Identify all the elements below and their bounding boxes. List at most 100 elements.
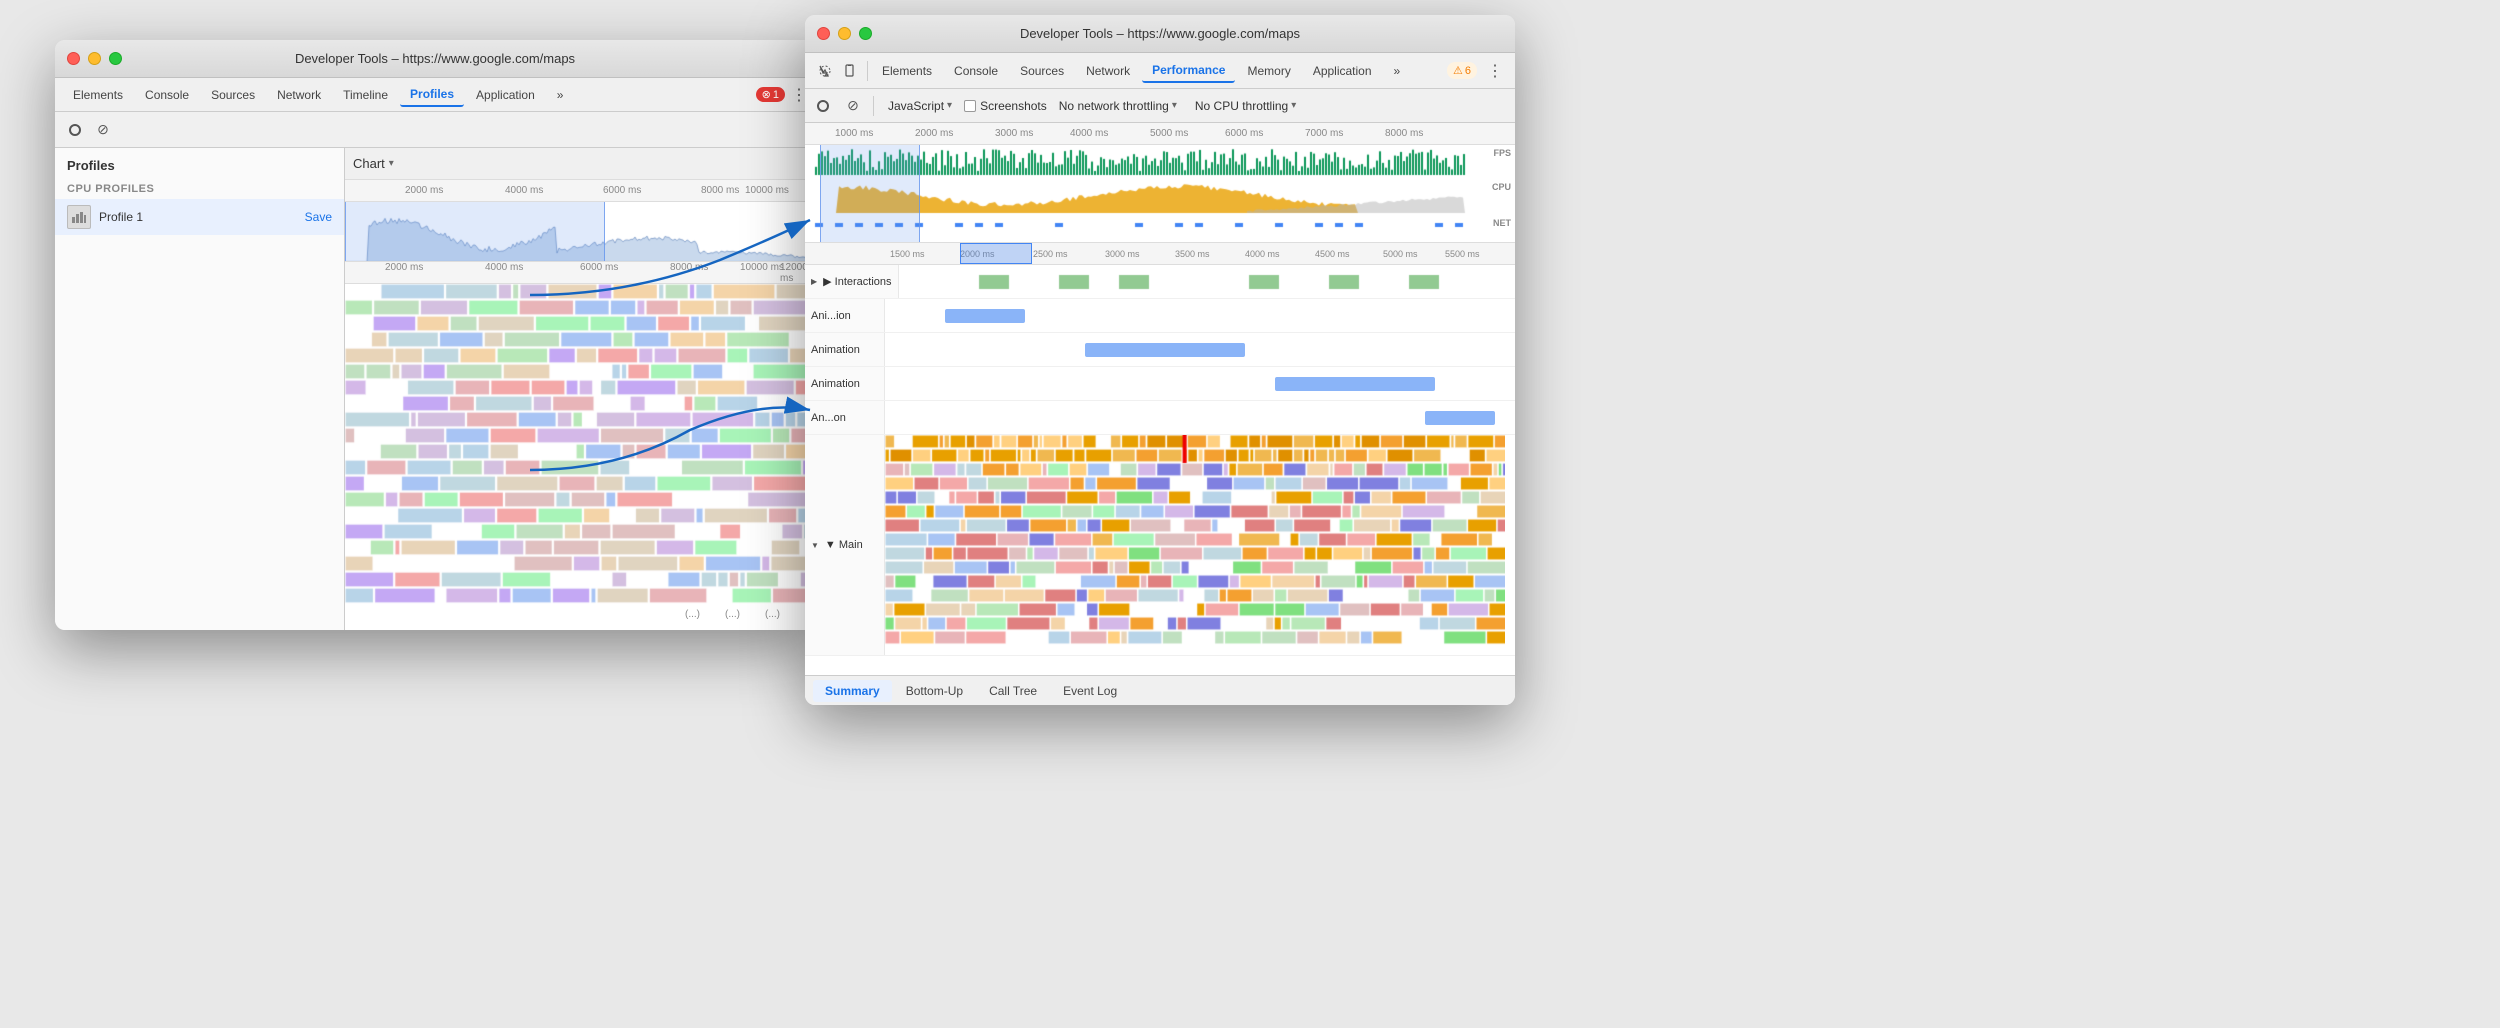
d-mark-4500: 4500 ms [1315, 249, 1350, 259]
right-tab-sources[interactable]: Sources [1010, 60, 1074, 82]
device-toolbar-icon [843, 63, 859, 79]
track-area: ▶ ▶ Interactions Ani...ion [805, 265, 1515, 675]
inspect-element-button[interactable] [813, 59, 837, 83]
bottom-tab-summary[interactable]: Summary [813, 680, 892, 702]
interactions-track-content [899, 265, 1515, 298]
bottom-tab-eventlog[interactable]: Event Log [1051, 680, 1129, 702]
anim4-bar [1425, 411, 1495, 425]
device-toolbar-button[interactable] [839, 59, 863, 83]
main-track-label[interactable]: ▼ ▼ Main [805, 435, 885, 655]
bottom-mark-2000: 2000 ms [385, 262, 423, 273]
right-tab-memory[interactable]: Memory [1237, 60, 1300, 82]
record-button[interactable] [63, 118, 87, 142]
ov-mark-7000: 7000 ms [1305, 128, 1343, 139]
bottom-tab-calltree[interactable]: Call Tree [977, 680, 1049, 702]
d-mark-4000: 4000 ms [1245, 249, 1280, 259]
tab-sources[interactable]: Sources [201, 84, 265, 106]
js-dropdown-arrow: ▾ [947, 100, 952, 111]
maximize-button[interactable] [109, 52, 122, 65]
right-minimize-button[interactable] [838, 27, 851, 40]
interactions-label-text: ▶ Interactions [823, 275, 891, 288]
detail-selection-indicator [960, 243, 1032, 264]
right-more-menu[interactable]: ⋮ [1483, 61, 1507, 81]
tab-console[interactable]: Console [135, 84, 199, 106]
bottom-tabs: Summary Bottom-Up Call Tree Event Log [805, 675, 1515, 705]
animation2-track-row: Animation [805, 333, 1515, 367]
bottom-mark-4000: 4000 ms [485, 262, 523, 273]
overview-charts: FPS CPU NET [805, 145, 1515, 243]
js-profiler-dropdown[interactable]: JavaScript ▾ [882, 96, 958, 116]
screenshots-checkbox[interactable] [964, 100, 976, 112]
right-tab-console[interactable]: Console [944, 60, 1008, 82]
right-close-button[interactable] [817, 27, 830, 40]
interactions-track-label[interactable]: ▶ ▶ Interactions [805, 265, 899, 298]
ov-mark-4000: 4000 ms [1070, 128, 1108, 139]
profile-1-item[interactable]: Profile 1 Save [55, 199, 344, 235]
tab-network[interactable]: Network [267, 84, 331, 106]
profiles-header: Profiles [55, 148, 344, 179]
perf-stop-button[interactable]: ⊘ [841, 94, 865, 118]
left-nav-tabs: Elements Console Sources Network Timelin… [55, 78, 815, 112]
network-throttle-dropdown[interactable]: No network throttling ▾ [1053, 96, 1183, 116]
ov-mark-2000: 2000 ms [915, 128, 953, 139]
right-tab-network[interactable]: Network [1076, 60, 1140, 82]
chart-top-ruler: 2000 ms 4000 ms 6000 ms 8000 ms 10000 ms [345, 180, 815, 202]
right-maximize-button[interactable] [859, 27, 872, 40]
network-dropdown-arrow: ▾ [1172, 100, 1177, 111]
cpu-throttle-label: No CPU throttling [1195, 99, 1288, 113]
minimize-button[interactable] [88, 52, 101, 65]
bottom-tab-bottomup[interactable]: Bottom-Up [894, 680, 975, 702]
perf-record-button[interactable] [811, 94, 835, 118]
left-window-title: Developer Tools – https://www.google.com… [295, 51, 575, 66]
stop-icon: ⊘ [97, 121, 109, 138]
tab-elements[interactable]: Elements [63, 84, 133, 106]
perf-stop-icon: ⊘ [847, 97, 859, 114]
chart-dropdown-arrow: ▾ [389, 158, 394, 169]
d-mark-2500: 2500 ms [1033, 249, 1068, 259]
left-devtools-window: Developer Tools – https://www.google.com… [55, 40, 815, 630]
ov-mark-3000: 3000 ms [995, 128, 1033, 139]
ruler-mark-6000: 6000 ms [603, 185, 641, 196]
tab-timeline[interactable]: Timeline [333, 84, 398, 106]
save-profile-link[interactable]: Save [305, 210, 332, 224]
right-tab-application[interactable]: Application [1303, 60, 1382, 82]
animation4-track-label[interactable]: An...on [805, 401, 885, 434]
chart-type-select[interactable]: Chart ▾ [353, 156, 394, 171]
right-tab-performance[interactable]: Performance [1142, 59, 1235, 83]
animation3-track-row: Animation [805, 367, 1515, 401]
main-track-content [885, 435, 1515, 655]
bottom-mark-8000: 8000 ms [670, 262, 708, 273]
main-expand-icon: ▼ [811, 541, 819, 550]
animation3-track-label[interactable]: Animation [805, 367, 885, 400]
perf-main-content: 1000 ms 2000 ms 3000 ms 4000 ms 5000 ms … [805, 123, 1515, 705]
profile-chart-icon [71, 209, 87, 225]
right-tab-elements[interactable]: Elements [872, 60, 942, 82]
left-toolbar: ⊘ [55, 112, 815, 148]
ov-mark-6000: 6000 ms [1225, 128, 1263, 139]
ellipsis-1: (...) [685, 609, 700, 620]
left-sidebar: Profiles CPU PROFILES Profile 1 Save [55, 148, 345, 630]
fps-label: FPS [1493, 148, 1511, 158]
animation1-track-label[interactable]: Ani...ion [805, 299, 885, 332]
cpu-throttle-dropdown[interactable]: No CPU throttling ▾ [1189, 96, 1302, 116]
cpu-dropdown-arrow: ▾ [1291, 100, 1296, 111]
tab-more[interactable]: » [547, 84, 574, 106]
profile-1-name: Profile 1 [99, 210, 297, 224]
screenshots-toggle[interactable]: Screenshots [964, 99, 1047, 113]
window-controls [67, 52, 122, 65]
tab-application[interactable]: Application [466, 84, 545, 106]
animation2-track-label[interactable]: Animation [805, 333, 885, 366]
cpu-profiles-section: CPU PROFILES [55, 179, 344, 199]
animation3-track-content [885, 367, 1515, 400]
warning-icon: ⚠ [1453, 64, 1463, 77]
tab-profiles[interactable]: Profiles [400, 83, 464, 107]
right-window-controls [817, 27, 872, 40]
right-top-nav: Elements Console Sources Network Perform… [805, 53, 1515, 89]
close-button[interactable] [67, 52, 80, 65]
right-tab-more[interactable]: » [1384, 60, 1411, 82]
stop-button[interactable]: ⊘ [91, 118, 115, 142]
mini-overview-chart [345, 202, 815, 262]
nav-separator [867, 61, 868, 81]
ellipsis-3: (...) [765, 609, 780, 620]
ov-mark-8000: 8000 ms [1385, 128, 1423, 139]
